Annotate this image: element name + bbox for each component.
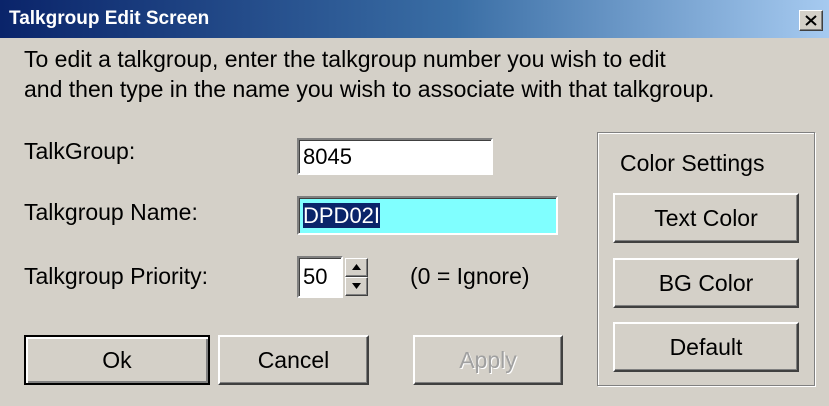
default-color-button[interactable]: Default — [613, 322, 799, 372]
color-settings-title: Color Settings — [620, 150, 765, 176]
instructions-text: To edit a talkgroup, enter the talkgroup… — [24, 44, 824, 104]
close-icon — [805, 15, 817, 26]
apply-button[interactable]: Apply — [413, 335, 563, 385]
window-title: Talkgroup Edit Screen — [9, 8, 210, 29]
priority-hint: (0 = Ignore) — [410, 263, 530, 289]
instructions-line-2: and then type in the name you wish to as… — [24, 76, 715, 102]
talkgroup-priority-label: Talkgroup Priority: — [24, 263, 209, 289]
cancel-button[interactable]: Cancel — [218, 335, 369, 385]
title-bar[interactable]: Talkgroup Edit Screen — [0, 0, 829, 38]
talkgroup-name-value: DPD02I — [303, 203, 381, 228]
close-button[interactable] — [799, 10, 823, 31]
priority-spin-up-button[interactable] — [345, 258, 368, 277]
instructions-line-1: To edit a talkgroup, enter the talkgroup… — [24, 46, 666, 72]
priority-value: 50 — [303, 264, 328, 289]
arrow-down-icon — [352, 283, 361, 289]
talkgroup-number-value: 8045 — [303, 144, 352, 169]
priority-input[interactable]: 50 — [297, 256, 343, 298]
bg-color-button[interactable]: BG Color — [613, 258, 799, 308]
text-color-button[interactable]: Text Color — [613, 193, 799, 243]
talkgroup-number-input[interactable]: 8045 — [297, 138, 493, 175]
talkgroup-name-label: Talkgroup Name: — [24, 199, 198, 225]
talkgroup-label: TalkGroup: — [24, 138, 136, 164]
ok-button[interactable]: Ok — [24, 335, 210, 385]
talkgroup-name-input[interactable]: DPD02I — [297, 196, 558, 235]
arrow-up-icon — [352, 264, 361, 270]
talkgroup-edit-dialog: Talkgroup Edit Screen To edit a talkgrou… — [0, 0, 829, 406]
priority-spin-down-button[interactable] — [345, 277, 368, 296]
